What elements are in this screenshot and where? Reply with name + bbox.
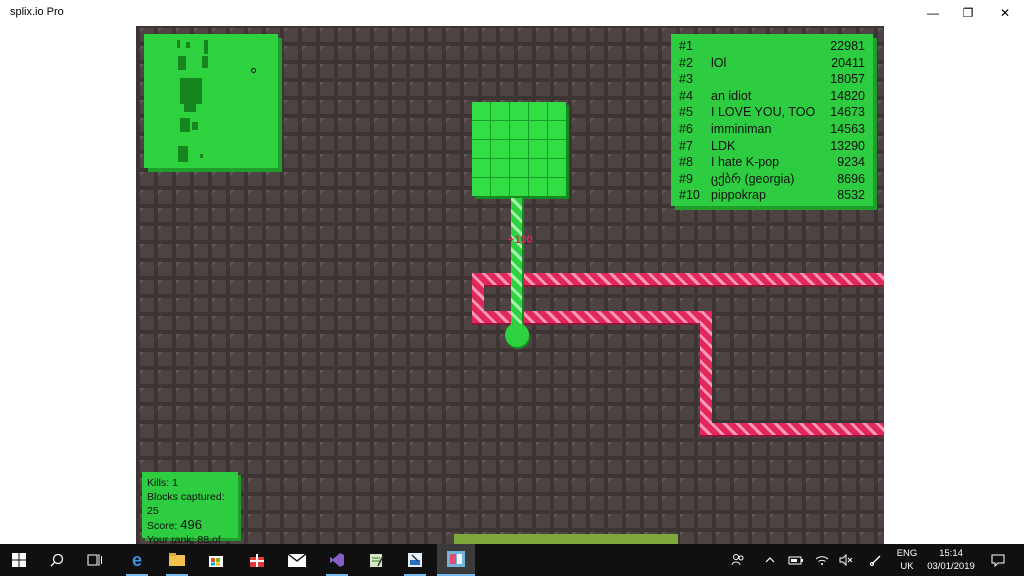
edge-icon[interactable]: e [118,544,156,576]
people-icon[interactable] [728,544,748,576]
leaderboard-row: #9 ცქბრ (georgia) 8696 [679,171,865,186]
task-view-icon[interactable] [76,544,114,576]
enemy-trail-middle [472,311,712,323]
battery-icon[interactable] [786,544,806,576]
leaderboard-row: #6 imminiman 14563 [679,121,865,136]
leaderboard: #1 22981 #2 lOl 20411 #3 18057 #4 an idiot 148… [671,34,873,206]
leaderboard-row: #10 pippokrap 8532 [679,188,865,203]
close-button[interactable]: ✕ [982,0,1024,26]
visual-studio-icon[interactable] [318,544,356,576]
gift-app-icon[interactable] [238,544,276,576]
splix-app-icon[interactable] [437,544,475,576]
minimap [144,34,278,168]
window-title: splix.io Pro [10,6,64,18]
photo-editor-icon[interactable] [396,544,434,576]
notepad-icon[interactable] [357,544,395,576]
file-explorer-icon[interactable] [158,544,196,576]
player-stats-panel: Kills: 1 Blocks captured: 25 Score: 496 … [142,472,238,544]
game-canvas[interactable]: +100 #1 22981 #2 lOl 20411 #3 18057 #4 an idi… [136,26,884,544]
kills-stat: Kills: 1 [147,477,178,489]
input-language[interactable]: ENG UK [894,547,920,573]
enemy-trail-bottom [700,423,884,435]
leaderboard-row: #7 LDK 13290 [679,138,865,153]
clock[interactable]: 15:14 03/01/2019 [922,547,980,573]
mail-icon[interactable] [278,544,316,576]
blocks-captured-stat: Blocks captured: 25 [147,491,225,517]
notifications-icon[interactable] [986,544,1010,576]
rank-stat: Your rank: 88 of 88 [147,534,221,544]
leaderboard-row: #4 an idiot 14820 [679,88,865,103]
leaderboard-row: #8 I hate K-pop 9234 [679,155,865,170]
enemy-trail-top [472,273,884,285]
windows-start-icon[interactable] [0,544,38,576]
search-icon[interactable] [38,544,76,576]
player-territory [472,102,566,196]
score-popup: +100 [508,234,533,246]
other-player-territory [454,534,678,544]
pen-icon[interactable] [866,544,886,576]
taskbar: e ENG UK 15:14 03/01/2019 [0,544,1024,576]
leaderboard-row: #2 lOl 20411 [679,55,865,70]
wifi-icon[interactable] [812,544,832,576]
enemy-trail-right-vertical [700,311,712,435]
store-icon[interactable] [197,544,235,576]
player-head [505,323,529,347]
leaderboard-row: #1 22981 [679,39,865,53]
minimap-player-marker [251,68,256,73]
window-titlebar: splix.io Pro — ❐ ✕ [0,0,1024,26]
chevron-up-icon[interactable] [760,544,780,576]
leaderboard-row: #3 18057 [679,72,865,87]
leaderboard-row: #5 I LOVE YOU, TOO 14673 [679,105,865,120]
score-stat: Score: 496 [147,517,202,533]
player-trail [511,198,522,336]
volume-muted-icon[interactable] [836,544,856,576]
